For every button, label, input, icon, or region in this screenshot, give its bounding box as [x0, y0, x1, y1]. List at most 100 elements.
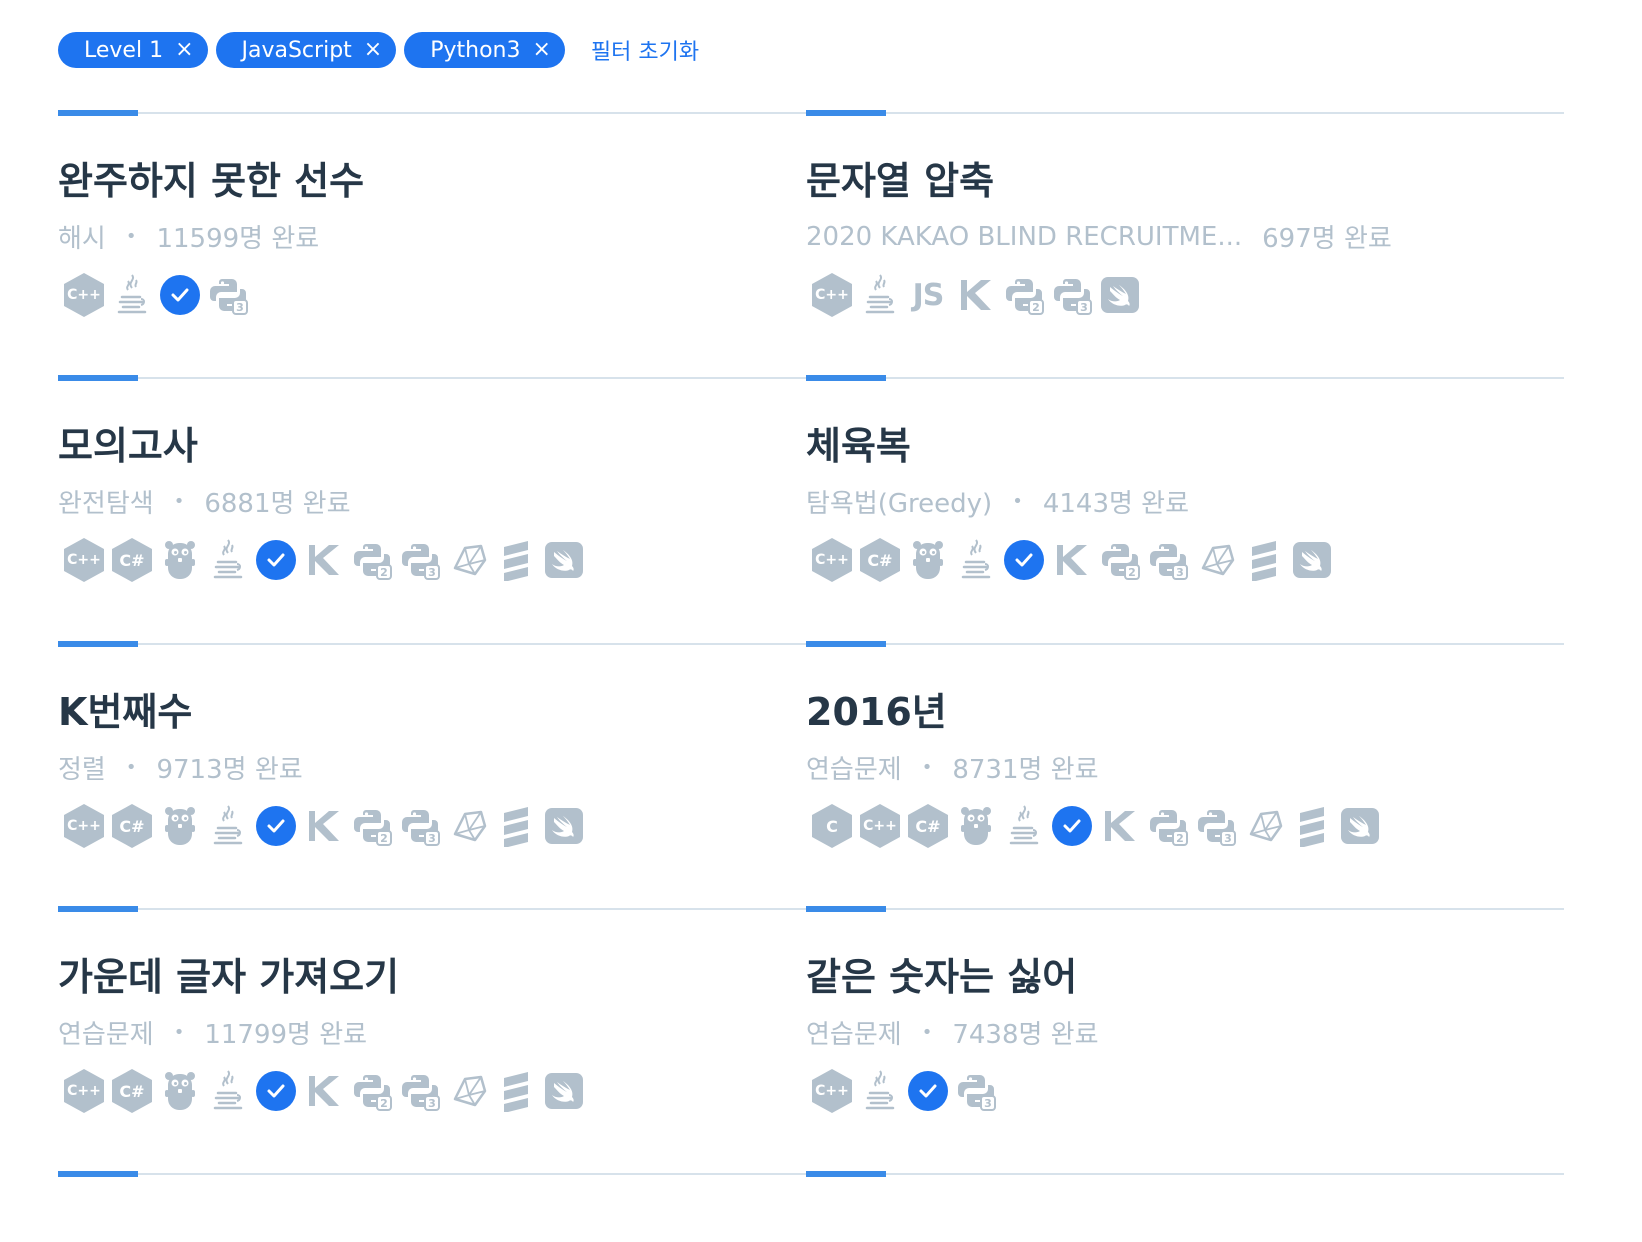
python2-icon: 2 [350, 804, 394, 848]
swift-icon [1290, 538, 1334, 582]
problem-category: 2020 KAKAO BLIND RECRUITME... [806, 221, 1243, 252]
problem-meta: 정렬 • 9713명 완료 [58, 749, 798, 786]
cpp-icon: C++ [62, 538, 106, 582]
filter-chip-level[interactable]: Level 1 × [58, 32, 208, 68]
supported-languages: C++ 3 [810, 1068, 1002, 1114]
supported-languages: C++ C# 2 3 [62, 1068, 590, 1114]
problem-category: 연습문제 [806, 755, 902, 785]
problem-card[interactable]: 체육복탐욕법(Greedy) • 4143명 완료 C++ C# 2 3 [806, 375, 1564, 657]
filter-chip-label: Python3 [430, 37, 521, 63]
c-icon: C [810, 804, 854, 848]
card-divider [806, 908, 1564, 910]
csharp-icon: C# [906, 804, 950, 848]
js-icon: JS [912, 277, 945, 313]
go-gopher-icon [158, 538, 202, 582]
python3-icon: 3 [1146, 538, 1190, 582]
python3-icon: 3 [398, 804, 442, 848]
card-divider-accent [806, 375, 886, 381]
problem-meta: 완전탐색 • 6881명 완료 [58, 483, 798, 520]
card-divider-accent [58, 906, 138, 912]
meta-separator: • [921, 757, 933, 778]
problem-card[interactable]: 같은 숫자는 싫어 연습문제 • 7438명 완료 C++ 3 [806, 906, 1564, 1188]
problem-meta: 해시 • 11599명 완료 [58, 218, 798, 255]
problem-category: 연습문제 [58, 1020, 154, 1050]
card-divider-accent [58, 110, 138, 116]
completed-count: 11799명 완료 [204, 1020, 368, 1050]
completed-count: 6881명 완료 [204, 489, 351, 519]
java-coffee-icon [1002, 804, 1046, 848]
problem-card[interactable]: 모의고사완전탐색 • 6881명 완료 C++ C# 2 3 [58, 375, 816, 657]
javascript-selected-check-icon [158, 273, 202, 317]
javascript-selected-check-icon [1050, 804, 1094, 848]
close-icon[interactable]: × [364, 39, 382, 61]
active-filters: Level 1 × JavaScript × Python3 × 필터 초기화 [58, 32, 699, 68]
scala-icon [1242, 538, 1286, 582]
supported-languages: C++ C# 2 3 [810, 537, 1338, 583]
go-gopher-icon [158, 804, 202, 848]
csharp-icon: C# [110, 1069, 154, 1113]
javascript-selected-check-icon [254, 538, 298, 582]
close-icon[interactable]: × [532, 39, 550, 61]
python2-icon: 2 [350, 538, 394, 582]
ruby-gem-icon [1194, 538, 1238, 582]
swift-icon [542, 1069, 586, 1113]
filter-chip-javascript[interactable]: JavaScript × [215, 32, 397, 68]
close-icon[interactable]: × [175, 39, 193, 61]
supported-languages: C C++ C# 2 3 [810, 803, 1386, 849]
problem-card[interactable]: 완주하지 못한 선수 해시 • 11599명 완료 C++ 3 [58, 110, 816, 392]
javascript-selected-check-icon [1002, 538, 1046, 582]
python3-icon: 3 [1050, 273, 1094, 317]
javascript-selected-check-icon [906, 1069, 950, 1113]
supported-languages: C++ C# 2 3 [62, 803, 590, 849]
meta-separator: • [173, 1022, 185, 1043]
completed-count: 4143명 완료 [1042, 489, 1190, 519]
java-coffee-icon [954, 538, 998, 582]
card-divider [806, 643, 1564, 645]
problem-card[interactable]: K번째수정렬 • 9713명 완료 C++ C# 2 3 [58, 641, 816, 923]
scala-icon [494, 804, 538, 848]
problem-title[interactable]: 문자열 압축 [806, 150, 994, 205]
go-gopher-icon [158, 1069, 202, 1113]
problem-title[interactable]: 2016년 [806, 681, 947, 736]
kotlin-icon [302, 1069, 346, 1113]
reset-filters-link[interactable]: 필터 초기화 [591, 34, 699, 66]
kotlin-icon [1050, 538, 1094, 582]
filter-chip-label: Level 1 [84, 37, 164, 63]
problem-card[interactable]: 2016년 연습문제 • 8731명 완료 C C++ C# 2 3 [806, 641, 1564, 923]
problem-card[interactable]: 가운데 글자 가져오기연습문제 • 11799명 완료 C++ C# 2 3 [58, 906, 816, 1188]
problem-title[interactable]: 체육복 [806, 415, 911, 470]
card-divider [806, 112, 1564, 114]
card-divider [58, 377, 816, 379]
problem-card [806, 1171, 1564, 1179]
javascript-selected-check-icon [254, 1069, 298, 1113]
card-divider [58, 1173, 816, 1175]
java-coffee-icon [206, 1069, 250, 1113]
card-divider [58, 908, 816, 910]
scala-icon [494, 1069, 538, 1113]
swift-icon [1098, 273, 1142, 317]
problem-title[interactable]: 완주하지 못한 선수 [58, 150, 364, 205]
cpp-icon: C++ [62, 804, 106, 848]
problem-title[interactable]: 같은 숫자는 싫어 [806, 946, 1077, 1001]
problem-title[interactable]: 가운데 글자 가져오기 [58, 946, 399, 1001]
meta-separator: • [125, 226, 137, 247]
problem-meta: 탐욕법(Greedy) • 4143명 완료 [806, 483, 1546, 520]
card-divider-accent [58, 641, 138, 647]
problem-meta: 연습문제 • 8731명 완료 [806, 749, 1546, 786]
python2-icon: 2 [1002, 273, 1046, 317]
kotlin-icon [1098, 804, 1142, 848]
card-divider [58, 643, 816, 645]
python3-icon: 3 [206, 273, 250, 317]
problem-title[interactable]: K번째수 [58, 681, 192, 736]
problem-card [58, 1171, 816, 1179]
filter-chip-python3[interactable]: Python3 × [404, 32, 565, 68]
problem-card[interactable]: 문자열 압축 2020 KAKAO BLIND RECRUITME... 697명 … [806, 110, 1564, 392]
supported-languages: C++ C# 2 3 [62, 537, 590, 583]
completed-count: 9713명 완료 [156, 755, 303, 785]
ruby-gem-icon [446, 804, 490, 848]
card-divider [806, 1173, 1564, 1175]
problem-category: 해시 [58, 224, 106, 254]
card-divider-accent [806, 110, 886, 116]
problem-title[interactable]: 모의고사 [58, 415, 198, 470]
card-divider [806, 377, 1564, 379]
